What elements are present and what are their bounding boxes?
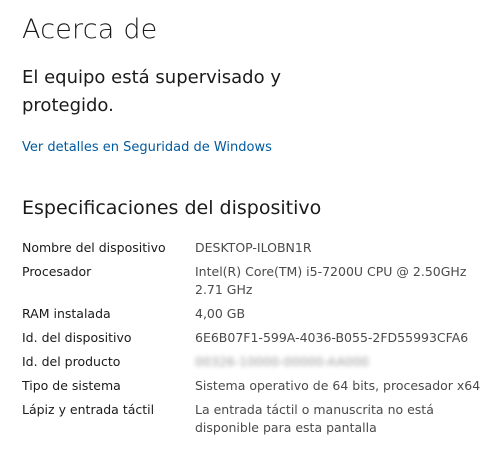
spec-row-device-id: Id. del dispositivo 6E6B07F1-599A-4036-B…	[22, 329, 492, 347]
spec-row-pen-touch: Lápiz y entrada táctil La entrada táctil…	[22, 401, 492, 437]
spec-label: RAM instalada	[22, 306, 111, 321]
protection-status: El equipo está supervisado y protegido.	[22, 67, 281, 116]
spec-label: Id. del producto	[22, 354, 121, 369]
spec-value: DESKTOP-ILOBN1R	[195, 240, 312, 255]
spec-row-processor: Procesador Intel(R) Core(TM) i5-7200U CP…	[22, 263, 492, 299]
security-details-link[interactable]: Ver detalles en Seguridad de Windows	[22, 140, 272, 155]
spec-value: Intel(R) Core(TM) i5-7200U CPU @ 2.50GHz…	[195, 264, 467, 297]
spec-value: 4,00 GB	[195, 306, 246, 321]
spec-value: 6E6B07F1-599A-4036-B055-2FD55993CFA6	[195, 330, 469, 345]
spec-value-redacted: 00326-10000-00000-AA000	[195, 354, 369, 369]
device-specs-heading: Especificaciones del dispositivo	[22, 197, 322, 219]
spec-row-system-type: Tipo de sistema Sistema operativo de 64 …	[22, 377, 492, 395]
spec-label: Id. del dispositivo	[22, 330, 132, 345]
spec-value: Sistema operativo de 64 bits, procesador…	[195, 378, 481, 393]
spec-label: Nombre del dispositivo	[22, 240, 166, 255]
spec-label: Tipo de sistema	[22, 378, 121, 393]
spec-value: La entrada táctil o manuscrita no está d…	[195, 402, 434, 435]
spec-row-product-id: Id. del producto 00326-10000-00000-AA000	[22, 353, 492, 371]
spec-row-ram: RAM instalada 4,00 GB	[22, 305, 492, 323]
spec-label: Procesador	[22, 264, 92, 279]
device-specs-table: Nombre del dispositivo DESKTOP-ILOBN1R P…	[22, 239, 492, 443]
spec-row-device-name: Nombre del dispositivo DESKTOP-ILOBN1R	[22, 239, 492, 257]
page-title: Acerca de	[22, 14, 158, 45]
spec-label: Lápiz y entrada táctil	[22, 402, 155, 417]
